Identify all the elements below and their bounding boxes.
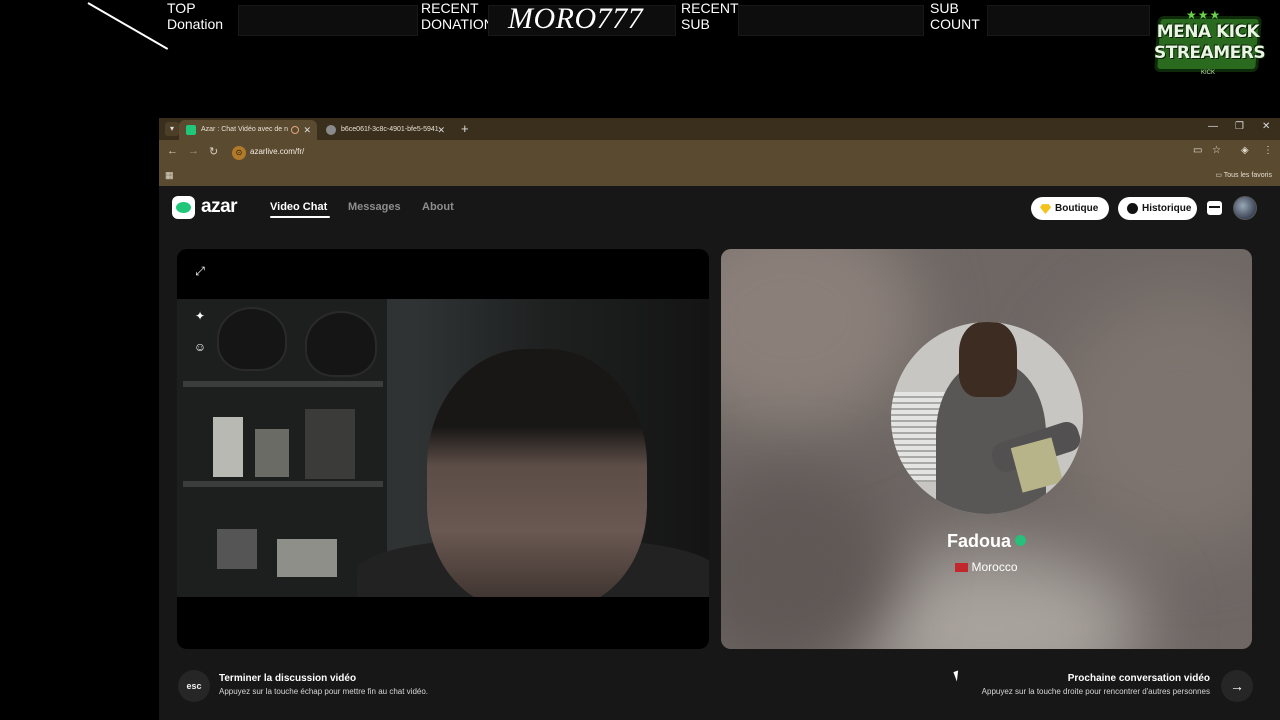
tab-azar[interactable]: Azar : Chat Vidéo avec de n ✕ [179, 120, 317, 140]
end-chat-button[interactable]: esc [178, 670, 210, 702]
helmet-object [217, 307, 287, 371]
bookmark-star-icon[interactable]: ☆ [1212, 145, 1221, 156]
close-tab-icon[interactable]: ✕ [303, 120, 311, 140]
close-tab-icon[interactable]: ✕ [437, 120, 445, 140]
all-bookmarks-folder[interactable]: ▭ Tous les favoris [1215, 171, 1272, 179]
new-tab-button[interactable]: + [461, 121, 469, 136]
apps-grid-icon[interactable]: ▦ [165, 170, 174, 181]
address-bar[interactable]: ⊙ azarlive.com/fr/ [229, 144, 1229, 162]
tab-title: b6ce061f-3c8c-4901-bfe5-5941 [341, 126, 439, 133]
end-chat-title: Terminer la discussion vidéo [219, 673, 357, 684]
stars-icon: ★★★ [1186, 8, 1222, 22]
my-video-panel: ⤢ ✦ ☺ [177, 249, 709, 649]
tab-strip: ▾ Azar : Chat Vidéo avec de n ✕ b6ce061f… [159, 118, 1280, 140]
bookmarks-bar: ▦ ▭ Tous les favoris [159, 166, 1280, 186]
sub-count-box [987, 5, 1150, 36]
peer-name-row: Fadoua [721, 531, 1252, 552]
azar-logo-text: azar [201, 196, 238, 217]
reload-button[interactable]: ↻ [209, 145, 218, 158]
logo-line-2: STREAMERS [1154, 43, 1266, 63]
folder-icon: ▭ [1215, 172, 1224, 179]
person-head [427, 349, 647, 597]
gem-icon [1040, 204, 1051, 214]
recent-donation-label: RECENT DONATION [421, 0, 494, 32]
shelf-box [255, 429, 289, 477]
menu-icon[interactable]: ⋮ [1263, 145, 1273, 156]
shelf-board [183, 481, 383, 487]
site-info-icon[interactable]: ⊙ [232, 146, 246, 160]
photo-hair [959, 322, 1017, 397]
next-chat-subtitle: Appuyez sur la touche droite pour rencon… [981, 687, 1210, 696]
logo-line-1: MENA KICK [1156, 22, 1260, 42]
extensions-icon[interactable]: ◈ [1241, 145, 1249, 156]
all-bookmarks-label: Tous les favoris [1223, 172, 1272, 179]
morocco-flag-icon [955, 563, 969, 572]
browser-toolbar: ← → ↻ ⊙ azarlive.com/fr/ ▭ ☆ ◈ ⋮ [159, 140, 1280, 166]
shelf-box [213, 417, 243, 477]
nav-messages[interactable]: Messages [348, 201, 401, 213]
tab-search-button[interactable]: ▾ [165, 122, 179, 136]
stream-overlay-bar: TOP Donation RECENT DONATION MORO777 REC… [0, 0, 1280, 50]
peer-profile-photo [891, 322, 1083, 514]
expand-icon[interactable]: ⤢ [192, 263, 208, 279]
sub-count-label: SUB COUNT [930, 0, 980, 32]
shelf-box [277, 539, 337, 577]
helmet-object [305, 311, 377, 377]
historique-label: Historique [1142, 203, 1192, 214]
back-button[interactable]: ← [167, 145, 178, 157]
next-chat-button[interactable]: → [1221, 670, 1253, 702]
boutique-button[interactable]: Boutique [1031, 197, 1109, 220]
recording-icon [291, 126, 299, 134]
tab-title: Azar : Chat Vidéo avec de n [201, 126, 289, 133]
azar-logo-icon [172, 196, 195, 219]
logo-small-text: KICK [1200, 70, 1215, 76]
globe-icon [326, 125, 336, 135]
azar-page: azar Video Chat Messages About Boutique … [159, 186, 1280, 720]
boutique-label: Boutique [1055, 203, 1099, 214]
effects-wand-icon[interactable]: ✦ [192, 308, 208, 324]
blurred-background [721, 469, 901, 649]
peer-country-row: Morocco [721, 560, 1252, 574]
peer-profile-card: Fadoua Morocco [721, 249, 1252, 649]
end-chat-subtitle: Appuyez sur la touche échap pour mettre … [219, 687, 429, 696]
peer-country: Morocco [971, 560, 1018, 574]
minimize-button[interactable]: — [1208, 121, 1218, 132]
inbox-icon[interactable] [1207, 201, 1222, 215]
historique-button[interactable]: Historique [1118, 197, 1197, 220]
close-window-button[interactable]: ✕ [1262, 121, 1270, 132]
recent-donation-name: MORO777 [508, 2, 644, 35]
clock-icon [1127, 203, 1138, 214]
forward-button[interactable]: → [188, 145, 199, 157]
peer-name: Fadoua [946, 531, 1011, 551]
overlay-decoration [87, 2, 169, 50]
verified-badge-icon [1015, 535, 1026, 546]
shelf-box [305, 409, 355, 479]
shelf-board [183, 381, 383, 387]
top-donation-box [238, 5, 418, 36]
cast-icon[interactable]: ▭ [1193, 145, 1202, 156]
top-donation-label: TOP Donation [167, 0, 224, 32]
recent-sub-box [738, 5, 924, 36]
screen: TOP Donation RECENT DONATION MORO777 REC… [0, 0, 1280, 720]
browser-window: ▾ Azar : Chat Vidéo avec de n ✕ b6ce061f… [159, 118, 1280, 720]
recent-sub-label: RECENT SUB [681, 0, 739, 32]
face-filter-icon[interactable]: ☺ [192, 339, 208, 355]
restore-button[interactable]: ❐ [1235, 121, 1244, 132]
shelf-box [217, 529, 257, 569]
shelf-background [177, 299, 387, 597]
azar-favicon-icon [186, 125, 196, 135]
profile-avatar[interactable] [1233, 196, 1257, 220]
tab-second[interactable]: b6ce061f-3c8c-4901-bfe5-5941 ✕ [319, 120, 451, 140]
nav-video-chat[interactable]: Video Chat [270, 201, 327, 213]
nav-about[interactable]: About [422, 201, 454, 213]
webcam-feed [177, 299, 709, 597]
url-text: azarlive.com/fr/ [250, 147, 305, 156]
next-chat-title: Prochaine conversation vidéo [1067, 673, 1210, 684]
mena-kick-streamers-logo: ★★★ MENA KICK STREAMERS KICK [1154, 8, 1266, 78]
nav-active-underline [270, 216, 330, 218]
